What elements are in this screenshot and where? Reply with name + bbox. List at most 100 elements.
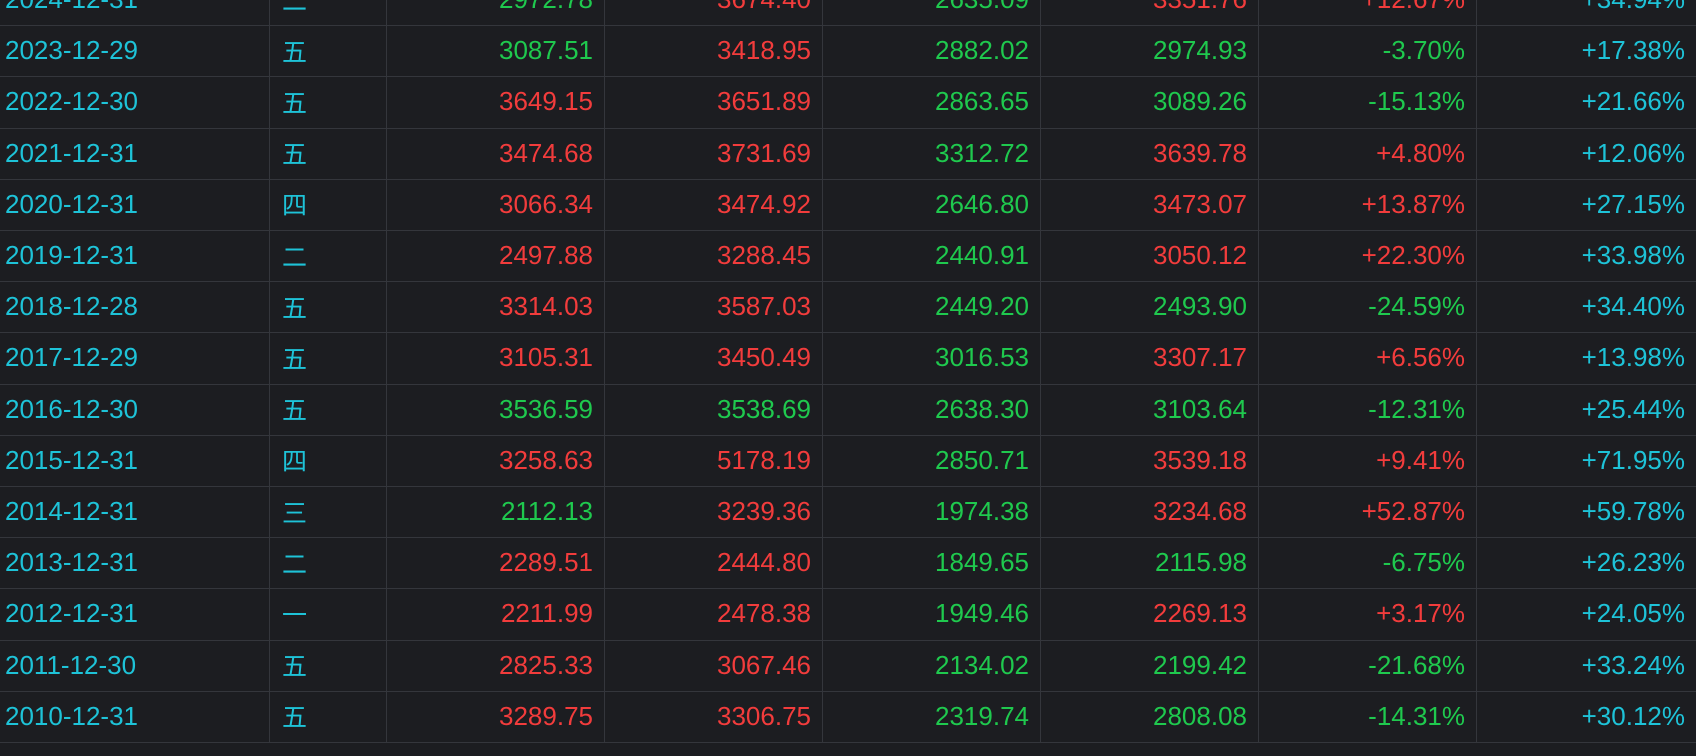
table-row[interactable]: 2012-12-31 一 2211.99 2478.38 1949.46 2269.13 +… xyxy=(0,589,1696,641)
change-cell: -21.68% xyxy=(1259,640,1477,691)
high-cell: 3538.69 xyxy=(605,384,823,435)
high-cell: 3418.95 xyxy=(605,26,823,77)
table-row[interactable]: 2021-12-31 五 3474.68 3731.69 3312.72 3639.78 +… xyxy=(0,128,1696,180)
change-cell: +4.80% xyxy=(1259,128,1477,179)
close-cell: 2115.98 xyxy=(1041,538,1259,589)
date-cell: 2015-12-31 xyxy=(0,435,270,486)
close-cell: 3050.12 xyxy=(1041,231,1259,282)
weekday-cell: 二 xyxy=(270,0,387,26)
amplitude-cell: +33.98% xyxy=(1581,240,1685,271)
change-cell: +3.17% xyxy=(1259,589,1477,640)
table-row[interactable]: 2022-12-30 五 3649.15 3651.89 2863.65 3089.26-… xyxy=(0,77,1696,129)
amplitude-cell: +71.95% xyxy=(1581,444,1685,475)
high-cell: 2478.38 xyxy=(605,589,823,640)
high-cell: 3067.46 xyxy=(605,640,823,691)
open-cell: 3314.03 xyxy=(387,282,605,333)
open-cell: 3258.63 xyxy=(387,435,605,486)
table-row[interactable]: 2017-12-29 五 3105.31 3450.49 3016.53 3307.17 +… xyxy=(0,333,1696,385)
low-cell: 1949.46 xyxy=(823,589,1041,640)
open-cell: 3289.75 xyxy=(387,691,605,742)
open-cell: 3649.15 xyxy=(387,77,605,128)
close-cell: 3351.76 xyxy=(1041,0,1259,26)
low-cell: 2319.74 xyxy=(823,691,1041,742)
table-row[interactable]: 2023-12-29 五 3087.51 3418.95 2882.02 2974.93-… xyxy=(0,26,1696,78)
change-cell: +13.87% xyxy=(1259,179,1477,230)
weekday-cell: 四 xyxy=(270,179,387,230)
table-row[interactable]: 2018-12-28 五 3314.03 3587.03 2449.20 2493.90-… xyxy=(0,282,1696,334)
date-cell: 2014-12-31 xyxy=(0,487,270,538)
high-cell: 3450.49 xyxy=(605,333,823,384)
amplitude-cell: +34.94% xyxy=(1477,0,1696,25)
weekday-cell: 二 xyxy=(270,538,387,589)
change-cell: +22.30% xyxy=(1259,231,1477,282)
date-cell: 2023-12-29 xyxy=(0,26,270,77)
amplitude-cell: +33.24% xyxy=(1581,649,1685,680)
weekday-cell: 五 xyxy=(270,691,387,742)
high-cell: 5178.19 xyxy=(605,435,823,486)
table-row[interactable]: 2024-12-31二2972.783674.402635.093351.76+… xyxy=(0,0,1696,27)
high-cell: 2444.80 xyxy=(605,538,823,589)
date-cell: 2011-12-30 xyxy=(0,640,270,691)
weekday-cell: 五 xyxy=(270,333,387,384)
table-row[interactable]: 2016-12-30 五 3536.59 3538.69 2638.30 3103.64-… xyxy=(0,384,1696,436)
high-cell: 3651.89 xyxy=(605,77,823,128)
table-row[interactable]: 2019-12-31 二 2497.88 3288.45 2440.91 3050.12 +… xyxy=(0,231,1696,283)
low-cell: 2440.91 xyxy=(823,231,1041,282)
date-cell: 2016-12-30 xyxy=(0,384,270,435)
close-cell: 2974.93 xyxy=(1041,26,1259,77)
table-row[interactable]: 2020-12-31 四 3066.34 3474.92 2646.80 3473.07 +… xyxy=(0,179,1696,231)
change-cell: -6.75% xyxy=(1259,538,1477,589)
date-cell: 2017-12-29 xyxy=(0,333,270,384)
date-cell: 2013-12-31 xyxy=(0,538,270,589)
close-cell: 3103.64 xyxy=(1041,384,1259,435)
date-cell: 2010-12-31 xyxy=(0,691,270,742)
open-cell: 2825.33 xyxy=(387,640,605,691)
low-cell: 2863.65 xyxy=(823,77,1041,128)
table-row[interactable]: 2014-12-31 三 2112.13 3239.36 1974.38 3234.68 +… xyxy=(0,487,1696,539)
open-cell: 2211.99 xyxy=(387,589,605,640)
weekday-cell: 一 xyxy=(270,589,387,640)
close-cell: 3307.17 xyxy=(1041,333,1259,384)
table-row[interactable]: 2011-12-30 五 2825.33 3067.46 2134.02 2199.42-… xyxy=(0,640,1696,692)
close-cell: 2269.13 xyxy=(1041,589,1259,640)
amplitude-cell: +25.44% xyxy=(1581,393,1685,424)
low-cell: 2134.02 xyxy=(823,640,1041,691)
close-cell: 3639.78 xyxy=(1041,128,1259,179)
table-row[interactable]: 2015-12-31 四 3258.63 5178.19 2850.71 3539.18 +… xyxy=(0,435,1696,487)
high-cell: 3474.92 xyxy=(605,179,823,230)
high-cell: 3731.69 xyxy=(605,128,823,179)
change-cell: +9.41% xyxy=(1259,435,1477,486)
change-cell: -14.31% xyxy=(1259,691,1477,742)
high-cell: 3306.75 xyxy=(605,691,823,742)
open-cell: 3536.59 xyxy=(387,384,605,435)
table-row[interactable]: 2010-12-31 五 3289.75 3306.75 2319.74 2808.08-… xyxy=(0,691,1696,743)
change-cell: -12.31% xyxy=(1259,384,1477,435)
open-cell: 3474.68 xyxy=(387,128,605,179)
close-cell: 3234.68 xyxy=(1041,487,1259,538)
amplitude-cell: +17.38% xyxy=(1581,35,1685,66)
high-cell: 3239.36 xyxy=(605,487,823,538)
open-cell: 2112.13 xyxy=(387,487,605,538)
open-cell: 2497.88 xyxy=(387,231,605,282)
open-cell: 2289.51 xyxy=(387,538,605,589)
date-cell: 2024-12-31 xyxy=(0,0,270,26)
low-cell: 2882.02 xyxy=(823,26,1041,77)
change-cell: -15.13% xyxy=(1259,77,1477,128)
high-cell: 3288.45 xyxy=(605,231,823,282)
amplitude-cell: +12.06% xyxy=(1581,137,1685,168)
change-cell: -3.70% xyxy=(1259,26,1477,77)
low-cell: 3016.53 xyxy=(823,333,1041,384)
yearly-quote-table: 2024-12-31二2972.783674.402635.093351.76+… xyxy=(0,0,1696,756)
high-cell: 3587.03 xyxy=(605,282,823,333)
amplitude-cell: +24.05% xyxy=(1581,598,1685,629)
change-cell: +6.56% xyxy=(1259,333,1477,384)
close-cell: 3089.26 xyxy=(1041,77,1259,128)
low-cell: 2646.80 xyxy=(823,179,1041,230)
amplitude-cell: +34.40% xyxy=(1581,291,1685,322)
change-cell: -24.59% xyxy=(1259,282,1477,333)
date-cell: 2021-12-31 xyxy=(0,128,270,179)
low-cell: 1974.38 xyxy=(823,487,1041,538)
table-row[interactable]: 2013-12-31 二 2289.51 2444.80 1849.65 2115.98-… xyxy=(0,538,1696,590)
amplitude-cell: +27.15% xyxy=(1581,188,1685,219)
change-cell: +12.67% xyxy=(1259,0,1477,26)
